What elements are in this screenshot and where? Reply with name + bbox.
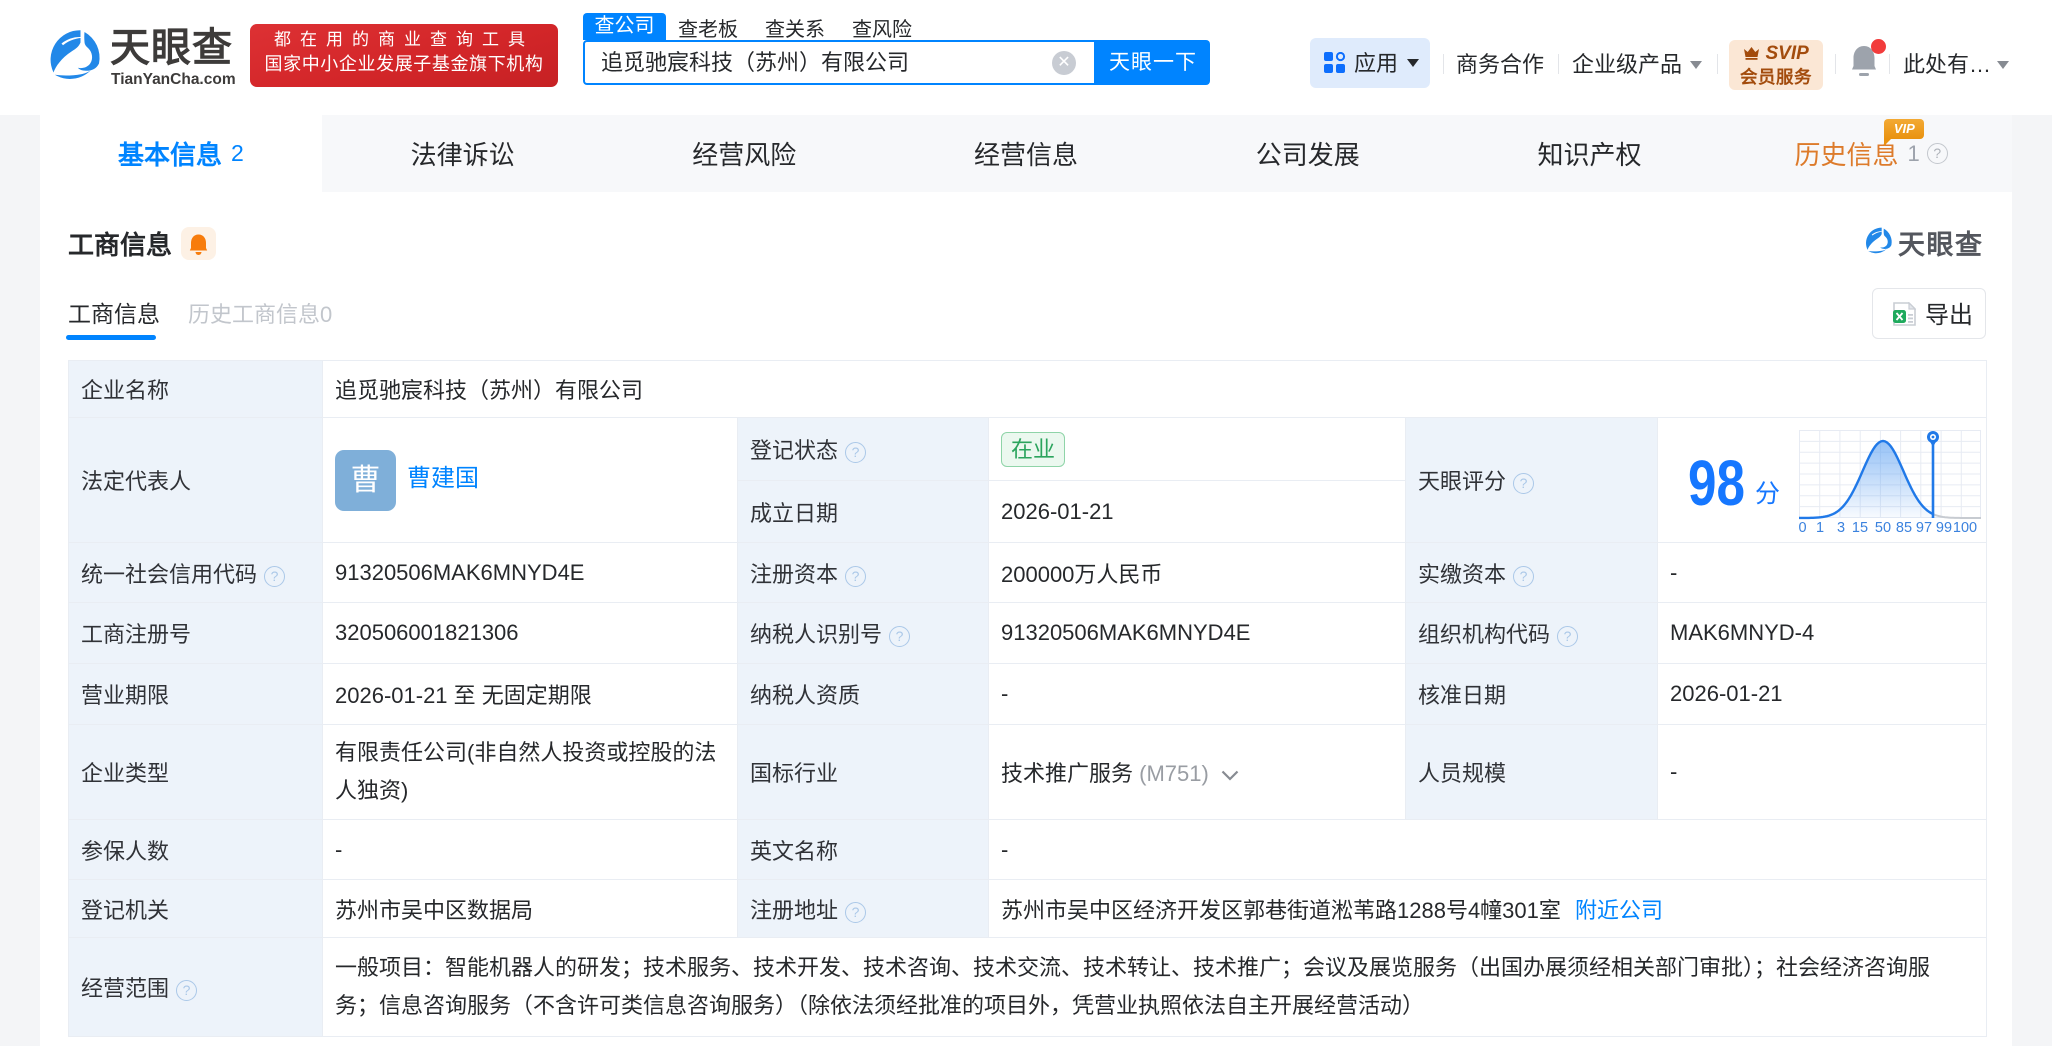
- svg-text:85: 85: [1896, 520, 1912, 536]
- svg-text:1: 1: [1816, 520, 1824, 536]
- svg-text:0: 0: [1799, 520, 1807, 536]
- svg-text:3: 3: [1837, 520, 1845, 536]
- svg-text:97: 97: [1916, 520, 1932, 536]
- svg-text:100: 100: [1953, 520, 1977, 536]
- svg-text:15: 15: [1852, 520, 1868, 536]
- svg-text:50: 50: [1875, 520, 1891, 536]
- svg-text:99: 99: [1936, 520, 1952, 536]
